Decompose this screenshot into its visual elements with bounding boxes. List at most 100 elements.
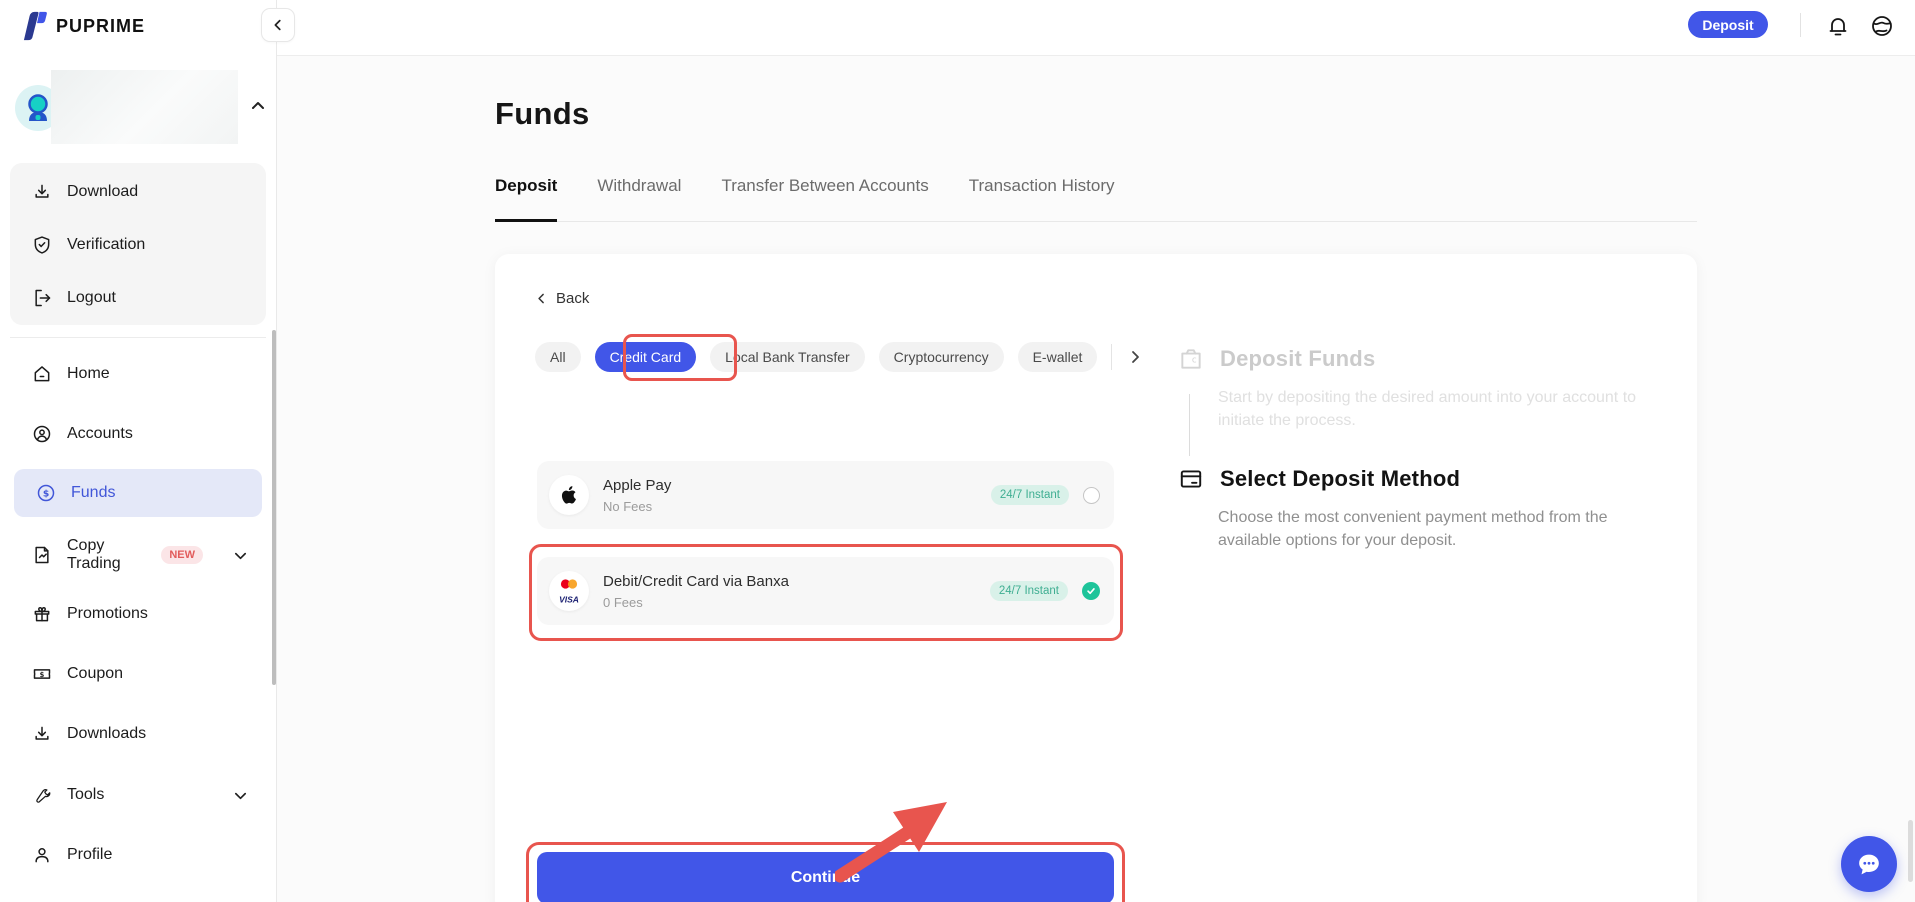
main-content: Funds Deposit Withdrawal Transfer Betwee…: [277, 56, 1915, 902]
instant-badge: 24/7 Instant: [990, 581, 1068, 601]
deposit-funds-step-icon: c: [1178, 346, 1204, 372]
sidebar-item-download[interactable]: Download: [10, 168, 266, 216]
sidebar-item-label: Tools: [67, 786, 104, 804]
mastercard-visa-icon: VISA: [549, 571, 589, 611]
chips-divider: [1111, 344, 1112, 370]
tab-transfer-between-accounts[interactable]: Transfer Between Accounts: [721, 164, 928, 221]
filter-chip-local-bank-transfer[interactable]: Local Bank Transfer: [710, 342, 865, 372]
sidebar-item-label: Downloads: [67, 725, 146, 743]
chips-scroll-right-icon[interactable]: [1122, 344, 1148, 370]
accounts-icon: [32, 424, 52, 444]
new-badge: NEW: [161, 546, 203, 564]
tab-withdrawal[interactable]: Withdrawal: [597, 164, 681, 221]
filter-chip-e-wallet[interactable]: E-wallet: [1018, 342, 1098, 372]
step-description: Start by depositing the desired amount i…: [1218, 386, 1646, 432]
language-globe-icon[interactable]: [1868, 12, 1896, 40]
svg-text:$: $: [40, 671, 45, 679]
sidebar-item-verification[interactable]: Verification: [10, 221, 266, 269]
radio-unselected-icon[interactable]: [1083, 487, 1100, 504]
home-icon: [32, 364, 52, 384]
brand-logo[interactable]: PUPRIME: [14, 10, 145, 42]
step-deposit-funds: c Deposit Funds Start by depositing the …: [1178, 346, 1648, 432]
radio-selected-check-icon[interactable]: [1082, 582, 1100, 600]
method-name: Debit/Credit Card via Banxa: [603, 573, 789, 590]
step-title: Deposit Funds: [1220, 346, 1375, 372]
sidebar-item-accounts[interactable]: Accounts: [10, 410, 266, 458]
chevron-down-icon[interactable]: [233, 788, 248, 803]
filter-chip-credit-card[interactable]: Credit Card: [595, 342, 697, 372]
sidebar-item-label: Profile: [67, 846, 112, 864]
top-header: [277, 0, 1915, 55]
tab-deposit[interactable]: Deposit: [495, 164, 557, 221]
filter-chip-all[interactable]: All: [535, 342, 581, 372]
sidebar-item-home[interactable]: Home: [10, 350, 266, 398]
sidebar-item-label: Logout: [67, 289, 116, 307]
gift-icon: [32, 604, 52, 624]
step-description: Choose the most convenient payment metho…: [1218, 506, 1648, 552]
instant-badge: 24/7 Instant: [991, 485, 1069, 505]
coupon-icon: $: [32, 664, 52, 684]
chevron-down-icon[interactable]: [233, 548, 248, 563]
robot-avatar-icon: [21, 91, 55, 125]
puprime-logo-icon: [14, 10, 48, 42]
tab-transaction-history[interactable]: Transaction History: [969, 164, 1115, 221]
method-row-banxa[interactable]: VISA Debit/Credit Card via Banxa 0 Fees …: [537, 557, 1114, 625]
sidebar-item-label: Coupon: [67, 665, 123, 683]
sidebar-item-tools[interactable]: Tools: [10, 771, 266, 819]
chevron-left-icon: [535, 292, 548, 305]
sidebar-item-copy-trading[interactable]: Copy Trading NEW: [10, 531, 266, 579]
sidebar-item-coupon[interactable]: $ Coupon: [10, 650, 266, 698]
back-label: Back: [556, 290, 589, 307]
profile-icon: [32, 845, 52, 865]
sidebar-item-profile[interactable]: Profile: [10, 831, 266, 879]
select-method-step-icon: [1178, 466, 1204, 492]
chat-icon: [1854, 849, 1884, 879]
header-deposit-button[interactable]: Deposit: [1688, 11, 1768, 38]
chevron-up-icon[interactable]: [246, 94, 270, 118]
step-select-deposit-method: Select Deposit Method Choose the most co…: [1178, 466, 1648, 552]
sidebar-item-promotions[interactable]: Promotions: [10, 590, 266, 638]
filter-chip-cryptocurrency[interactable]: Cryptocurrency: [879, 342, 1004, 372]
sidebar-item-label: Funds: [71, 484, 115, 502]
method-fees: 0 Fees: [603, 595, 789, 610]
back-button[interactable]: Back: [535, 290, 589, 307]
username-skeleton: [51, 70, 238, 144]
sidebar-item-label: Home: [67, 365, 110, 383]
sidebar-item-label: Verification: [67, 236, 145, 254]
sidebar-item-funds[interactable]: $ Funds: [14, 469, 262, 517]
sidebar-item-label: Copy Trading: [67, 537, 150, 573]
svg-text:VISA: VISA: [559, 594, 579, 604]
step-title: Select Deposit Method: [1220, 466, 1460, 492]
notifications-bell-icon[interactable]: [1824, 12, 1852, 40]
page-title: Funds: [495, 96, 590, 132]
sidebar-collapse-button[interactable]: [261, 8, 295, 42]
header-vertical-divider: [1800, 13, 1801, 37]
sidebar-scrollbar[interactable]: [272, 330, 276, 685]
method-fees: No Fees: [603, 499, 671, 514]
downloads-icon: [32, 724, 52, 744]
shield-check-icon: [32, 235, 52, 255]
chat-widget-button[interactable]: [1841, 836, 1897, 892]
step-connector-line: [1189, 394, 1190, 456]
sidebar-item-label: Download: [67, 183, 138, 201]
method-row-apple-pay[interactable]: Apple Pay No Fees 24/7 Instant: [537, 461, 1114, 529]
apple-pay-icon: [549, 475, 589, 515]
sidebar-divider: [10, 337, 266, 338]
continue-button[interactable]: Continue: [537, 852, 1114, 902]
sidebar-item-label: Accounts: [67, 425, 133, 443]
sidebar: PUPRIME Download Verification Logout: [0, 0, 277, 902]
download-icon: [32, 182, 52, 202]
brand-name: PUPRIME: [56, 16, 145, 37]
chevron-left-icon: [271, 18, 285, 32]
payment-filter-chips: All Credit Card Local Bank Transfer Cryp…: [535, 342, 1148, 372]
funds-icon: $: [36, 483, 56, 503]
logout-icon: [32, 288, 52, 308]
svg-text:c: c: [1192, 355, 1197, 365]
page-scrollbar[interactable]: [1908, 820, 1913, 882]
svg-text:$: $: [43, 489, 49, 500]
sidebar-item-downloads[interactable]: Downloads: [10, 710, 266, 758]
sidebar-item-logout[interactable]: Logout: [10, 274, 266, 322]
sidebar-item-label: Promotions: [67, 605, 148, 623]
copy-trading-icon: [32, 545, 52, 565]
deposit-card: Back All Credit Card Local Bank Transfer…: [495, 254, 1697, 902]
